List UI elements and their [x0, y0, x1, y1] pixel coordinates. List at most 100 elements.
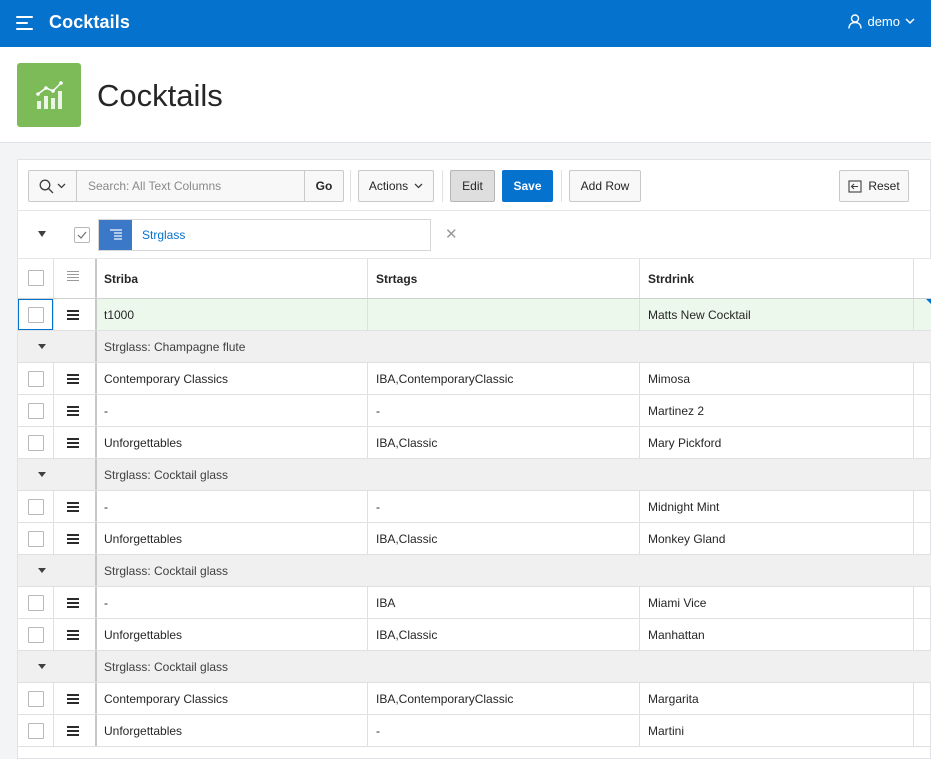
- cell-strtags[interactable]: -: [376, 500, 380, 514]
- cell-strdrink[interactable]: Mimosa: [648, 372, 690, 386]
- control-break-icon: [99, 220, 132, 250]
- control-break-chip[interactable]: Strglass: [98, 219, 431, 251]
- cell-striba[interactable]: Unforgettables: [104, 436, 182, 450]
- row-actions-icon[interactable]: [67, 534, 79, 544]
- column-divider: [913, 523, 914, 554]
- row-select-checkbox[interactable]: [28, 371, 44, 387]
- table-row[interactable]: - - Midnight Mint: [18, 491, 931, 523]
- group-label: Strglass: Cocktail glass: [104, 468, 229, 482]
- row-actions-header-icon: [67, 270, 79, 281]
- filter-enabled-checkbox[interactable]: [74, 227, 90, 243]
- actions-label: Actions: [368, 179, 409, 193]
- row-select-checkbox[interactable]: [28, 691, 44, 707]
- cell-strdrink[interactable]: Martinez 2: [648, 404, 704, 418]
- table-row[interactable]: Contemporary Classics IBA,ContemporaryCla…: [18, 683, 931, 715]
- cell-strdrink[interactable]: Monkey Gland: [648, 532, 725, 546]
- cell-strtags[interactable]: -: [376, 404, 380, 418]
- row-actions-icon[interactable]: [67, 438, 79, 448]
- cell-strtags[interactable]: IBA: [376, 596, 395, 610]
- table-row[interactable]: Unforgettables IBA,Classic Manhattan: [18, 619, 931, 651]
- frozen-divider: [95, 715, 97, 746]
- cell-striba[interactable]: Contemporary Classics: [104, 372, 228, 386]
- user-name: demo: [867, 14, 900, 29]
- table-row[interactable]: - IBA Miami Vice: [18, 587, 931, 619]
- column-header-striba[interactable]: Striba: [104, 272, 138, 286]
- column-divider: [367, 587, 368, 618]
- cell-striba[interactable]: t1000: [104, 308, 134, 322]
- table-row[interactable]: Unforgettables IBA,Classic Mary Pickford: [18, 427, 931, 459]
- row-actions-icon[interactable]: [67, 374, 79, 384]
- collapse-group-toggle[interactable]: [38, 344, 46, 349]
- row-select-checkbox[interactable]: [28, 723, 44, 739]
- cell-striba[interactable]: -: [104, 500, 108, 514]
- table-row[interactable]: t1000 Matts New Cocktail: [18, 299, 931, 331]
- actions-button[interactable]: Actions: [358, 170, 434, 202]
- row-select-checkbox[interactable]: [28, 531, 44, 547]
- collapse-group-toggle[interactable]: [38, 472, 46, 477]
- row-actions-icon[interactable]: [67, 726, 79, 736]
- column-divider: [53, 363, 54, 394]
- select-all-checkbox[interactable]: [28, 270, 44, 286]
- cell-strdrink[interactable]: Midnight Mint: [648, 500, 719, 514]
- collapse-group-toggle[interactable]: [38, 664, 46, 669]
- go-button[interactable]: Go: [304, 171, 343, 201]
- add-row-button[interactable]: Add Row: [569, 170, 641, 202]
- reset-button[interactable]: Reset: [839, 170, 909, 202]
- row-actions-icon[interactable]: [67, 502, 79, 512]
- remove-filter-icon[interactable]: ✕: [445, 227, 458, 242]
- cell-strtags[interactable]: -: [376, 724, 380, 738]
- save-button[interactable]: Save: [502, 170, 553, 202]
- column-divider: [913, 491, 914, 522]
- active-cell-frame: [18, 299, 53, 330]
- cell-strdrink[interactable]: Matts New Cocktail: [648, 308, 751, 322]
- edit-button[interactable]: Edit: [450, 170, 495, 202]
- column-header-strdrink[interactable]: Strdrink: [648, 272, 694, 286]
- cell-strtags[interactable]: IBA,ContemporaryClassic: [376, 372, 513, 386]
- cell-striba[interactable]: -: [104, 596, 108, 610]
- cell-striba[interactable]: Unforgettables: [104, 628, 182, 642]
- row-select-checkbox[interactable]: [28, 595, 44, 611]
- cell-strdrink[interactable]: Manhattan: [648, 628, 705, 642]
- table-row[interactable]: Contemporary Classics IBA,ContemporaryCla…: [18, 363, 931, 395]
- frozen-divider: [95, 427, 97, 458]
- column-divider: [639, 715, 640, 746]
- table-row[interactable]: - - Martinez 2: [18, 395, 931, 427]
- cell-strtags[interactable]: IBA,ContemporaryClassic: [376, 692, 513, 706]
- column-divider: [53, 259, 54, 298]
- interactive-grid-region: Go Actions Edit Save Add Row Reset: [17, 159, 931, 759]
- cell-strdrink[interactable]: Martini: [648, 724, 684, 738]
- search-input[interactable]: [77, 171, 304, 201]
- cell-striba[interactable]: -: [104, 404, 108, 418]
- cell-strtags[interactable]: IBA,Classic: [376, 436, 437, 450]
- cell-strtags[interactable]: IBA,Classic: [376, 532, 437, 546]
- cell-striba[interactable]: Unforgettables: [104, 532, 182, 546]
- user-menu[interactable]: demo: [848, 14, 915, 29]
- cell-strtags[interactable]: IBA,Classic: [376, 628, 437, 642]
- search-column-selector[interactable]: [29, 171, 77, 201]
- app-title[interactable]: Cocktails: [49, 12, 130, 33]
- row-select-checkbox[interactable]: [28, 627, 44, 643]
- row-select-checkbox[interactable]: [28, 435, 44, 451]
- row-actions-icon[interactable]: [67, 406, 79, 416]
- row-actions-icon[interactable]: [67, 694, 79, 704]
- chevron-down-icon: [57, 183, 66, 189]
- menu-icon[interactable]: [16, 15, 34, 31]
- row-actions-icon[interactable]: [67, 630, 79, 640]
- collapse-settings-toggle[interactable]: [38, 231, 46, 237]
- cell-striba[interactable]: Contemporary Classics: [104, 692, 228, 706]
- column-header-strtags[interactable]: Strtags: [376, 272, 417, 286]
- row-select-checkbox[interactable]: [28, 499, 44, 515]
- cell-strdrink[interactable]: Miami Vice: [648, 596, 706, 610]
- cell-striba[interactable]: Unforgettables: [104, 724, 182, 738]
- column-divider: [913, 299, 914, 330]
- table-row[interactable]: Unforgettables IBA,Classic Monkey Gland: [18, 523, 931, 555]
- group-label: Strglass: Cocktail glass: [104, 660, 229, 674]
- cell-strdrink[interactable]: Margarita: [648, 692, 699, 706]
- toolbar-divider: [561, 170, 562, 202]
- cell-strdrink[interactable]: Mary Pickford: [648, 436, 721, 450]
- row-actions-icon[interactable]: [67, 598, 79, 608]
- row-actions-icon[interactable]: [67, 310, 79, 320]
- table-row[interactable]: Unforgettables - Martini: [18, 715, 931, 747]
- row-select-checkbox[interactable]: [28, 403, 44, 419]
- collapse-group-toggle[interactable]: [38, 568, 46, 573]
